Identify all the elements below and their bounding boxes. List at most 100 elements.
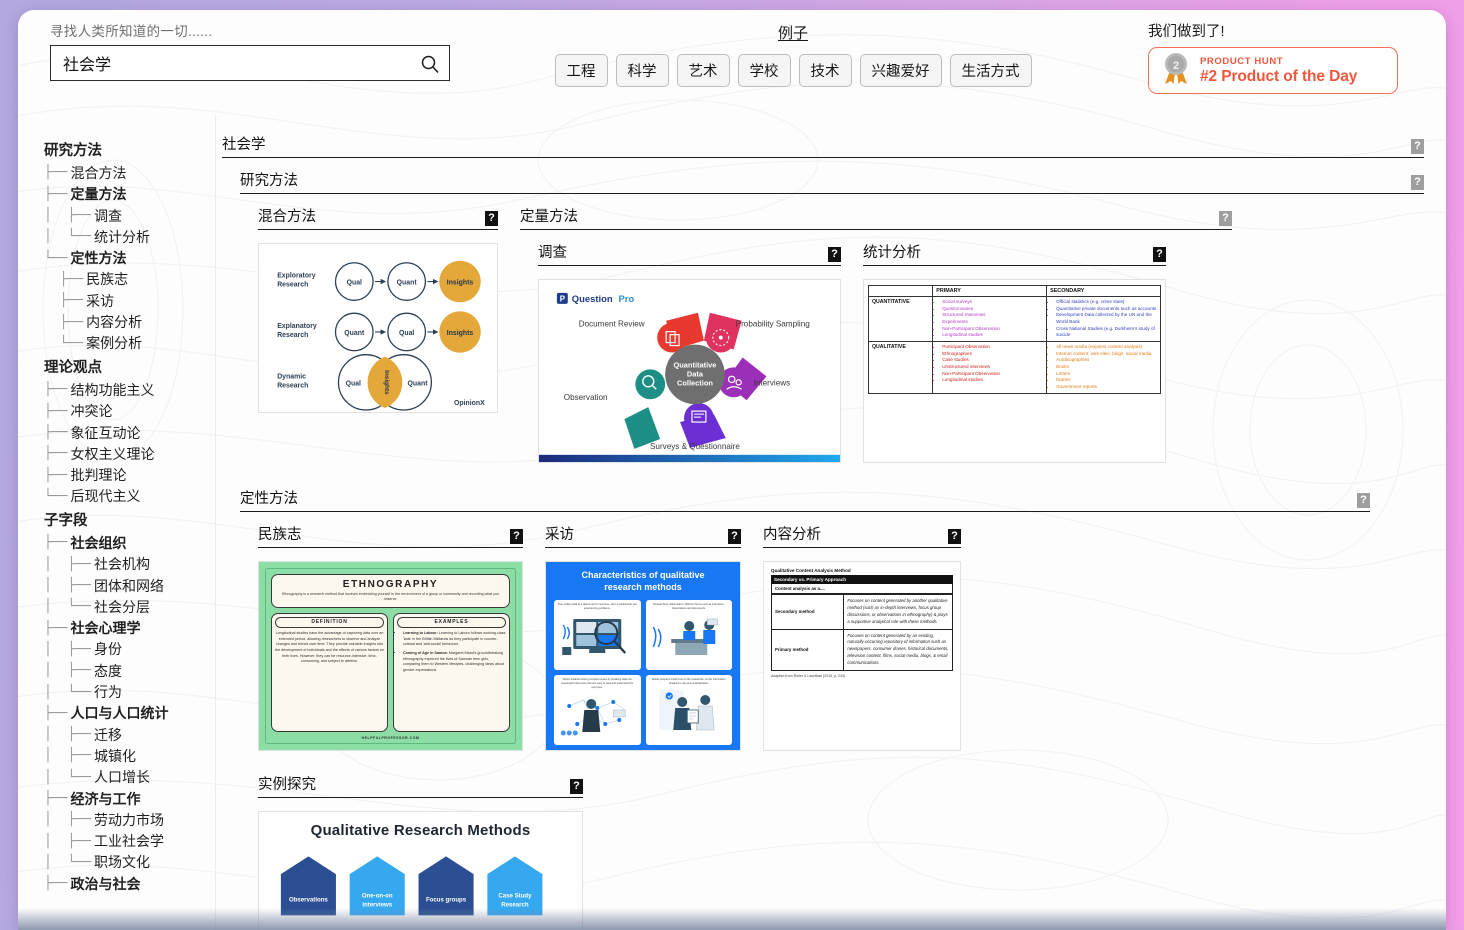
card-title[interactable]: 调查 <box>538 241 567 262</box>
sidebar-tree[interactable]: 研究方法 ├──混合方法 ├──定量方法 │ ├──调查 │ └──统计分析 └… <box>18 115 216 930</box>
sidebar-item-label[interactable]: 职场文化 <box>94 855 150 869</box>
section-title[interactable]: 研究方法 <box>240 169 298 190</box>
example-chip-hobbies[interactable]: 兴趣爱好 <box>860 54 942 87</box>
sidebar-item-label[interactable]: 调查 <box>94 209 122 223</box>
figure-questionpro-wheel[interactable]: P Question Pro <box>538 279 841 463</box>
sidebar-item-population-growth[interactable]: │ └──人口增长 <box>44 767 215 788</box>
card-survey-header[interactable]: 调查 ? <box>538 241 841 266</box>
section-title[interactable]: 定量方法 <box>520 205 578 226</box>
figure-content-analysis-table[interactable]: Qualitative Content Analysis Method Seco… <box>763 561 961 751</box>
figure-case-study-methods[interactable]: Qualitative Research Methods Observation… <box>258 811 583 930</box>
sidebar-item-postmodernism[interactable]: └──后现代主义 <box>44 486 215 507</box>
sidebar-group-label[interactable]: 子字段 <box>44 514 88 529</box>
sidebar-item-statistical-analysis[interactable]: │ └──统计分析 <box>44 226 215 247</box>
sidebar-item-case-analysis[interactable]: └──案例分析 <box>44 333 215 354</box>
sidebar-item-migration[interactable]: │ ├──迁移 <box>44 724 215 745</box>
sidebar-item-mixed-methods[interactable]: ├──混合方法 <box>44 162 215 183</box>
sidebar-item-label[interactable]: 行为 <box>94 685 122 699</box>
sidebar-item-label[interactable]: 社会机构 <box>94 557 150 571</box>
card-content-analysis-header[interactable]: 内容分析 ? <box>763 523 961 548</box>
sidebar-item-politics-and-society[interactable]: ├──政治与社会 <box>44 873 215 894</box>
sidebar-item-label[interactable]: 社会分层 <box>94 600 150 614</box>
sidebar-item-label[interactable]: 结构功能主义 <box>70 383 154 397</box>
sidebar-item-attitude[interactable]: │ ├──态度 <box>44 660 215 681</box>
figure-ethnography[interactable]: ETHNOGRAPHY Ethnography is a research me… <box>258 561 523 751</box>
card-ethnography-header[interactable]: 民族志 ? <box>258 523 523 548</box>
card-title[interactable]: 混合方法 <box>258 205 316 226</box>
sidebar-item-label[interactable]: 社会心理学 <box>70 621 140 635</box>
card-mixed-methods-header[interactable]: 混合方法 ? <box>258 205 498 230</box>
card-title[interactable]: 内容分析 <box>763 523 821 544</box>
search-icon[interactable] <box>420 54 440 79</box>
card-title[interactable]: 民族志 <box>258 523 302 544</box>
sidebar-item-label[interactable]: 政治与社会 <box>70 877 140 891</box>
sidebar-item-label[interactable]: 女权主义理论 <box>70 447 154 461</box>
example-chip-art[interactable]: 艺术 <box>677 54 730 87</box>
figure-mixed-methods[interactable]: Exploratory Research Qual Quant <box>258 243 498 413</box>
product-hunt-badge[interactable]: 2 PRODUCT HUNT #2 Product of the Day <box>1148 47 1398 94</box>
section-title[interactable]: 定性方法 <box>240 487 298 508</box>
section-sociology-header[interactable]: 社会学 ? <box>222 133 1424 158</box>
sidebar-item-label[interactable]: 混合方法 <box>70 166 126 180</box>
sidebar-group-label[interactable]: 理论观点 <box>44 361 102 376</box>
section-quantitative-methods-header[interactable]: 定量方法 ? <box>520 205 1232 230</box>
sidebar-item-label[interactable]: 案例分析 <box>86 336 142 350</box>
sidebar-item-label[interactable]: 人口增长 <box>94 770 150 784</box>
sidebar-group-label[interactable]: 研究方法 <box>44 144 102 159</box>
sidebar-item-label[interactable]: 后现代主义 <box>70 489 140 503</box>
example-chip-lifestyle[interactable]: 生活方式 <box>950 54 1032 87</box>
sidebar-group-subfields[interactable]: 子字段 <box>44 511 215 532</box>
sidebar-item-label[interactable]: 批判理论 <box>70 468 126 482</box>
search-box[interactable] <box>50 45 450 81</box>
sidebar-item-industrial-sociology[interactable]: │ ├──工业社会学 <box>44 831 215 852</box>
card-case-study-header[interactable]: 实例探究 ? <box>258 773 583 798</box>
figure-primary-secondary-table[interactable]: PRIMARY SECONDARY QUANTITATIVE <box>863 279 1166 463</box>
card-title[interactable]: 实例探究 <box>258 773 316 794</box>
sidebar-item-social-stratification[interactable]: │ └──社会分层 <box>44 596 215 617</box>
card-title[interactable]: 采访 <box>545 523 574 544</box>
figure-qualitative-characteristics[interactable]: Characteristics of qualitative research … <box>545 561 741 751</box>
sidebar-item-workplace-culture[interactable]: │ └──职场文化 <box>44 852 215 873</box>
sidebar-item-feminist-theory[interactable]: ├──女权主义理论 <box>44 443 215 464</box>
sidebar-item-label[interactable]: 冲突论 <box>70 404 112 418</box>
sidebar-item-label[interactable]: 城镇化 <box>94 749 136 763</box>
search-input[interactable] <box>51 46 449 80</box>
sidebar-item-label[interactable]: 内容分析 <box>86 315 142 329</box>
sidebar-item-label[interactable]: 象征互动论 <box>70 426 140 440</box>
sidebar-item-behavior[interactable]: │ └──行为 <box>44 681 215 702</box>
sidebar-item-conflict-theory[interactable]: ├──冲突论 <box>44 401 215 422</box>
sidebar-group-research-methods[interactable]: 研究方法 <box>44 141 215 162</box>
sidebar-item-label[interactable]: 迁移 <box>94 728 122 742</box>
sidebar-item-label[interactable]: 经济与工作 <box>70 792 140 806</box>
sidebar-item-label[interactable]: 劳动力市场 <box>94 813 164 827</box>
example-chip-technology[interactable]: 技术 <box>799 54 852 87</box>
sidebar-item-label[interactable]: 人口与人口统计 <box>70 706 168 720</box>
section-qualitative-methods-header[interactable]: 定性方法 ? <box>240 487 1370 512</box>
example-chip-school[interactable]: 学校 <box>738 54 791 87</box>
sidebar-item-survey[interactable]: │ ├──调查 <box>44 205 215 226</box>
sidebar-item-urbanization[interactable]: │ ├──城镇化 <box>44 745 215 766</box>
sidebar-item-social-psychology[interactable]: ├──社会心理学 <box>44 618 215 639</box>
example-chip-engineering[interactable]: 工程 <box>555 54 608 87</box>
example-chip-science[interactable]: 科学 <box>616 54 669 87</box>
sidebar-item-groups-and-networks[interactable]: │ ├──团体和网络 <box>44 575 215 596</box>
sidebar-item-label[interactable]: 团体和网络 <box>94 579 164 593</box>
sidebar-item-structural-functionalism[interactable]: ├──结构功能主义 <box>44 379 215 400</box>
sidebar-item-label[interactable]: 态度 <box>94 664 122 678</box>
sidebar-group-theoretical-perspectives[interactable]: 理论观点 <box>44 358 215 379</box>
sidebar-item-label[interactable]: 身份 <box>94 642 122 656</box>
card-interview-header[interactable]: 采访 ? <box>545 523 741 548</box>
section-research-methods-header[interactable]: 研究方法 ? <box>240 169 1424 194</box>
sidebar-item-ethnography[interactable]: ├──民族志 <box>44 269 215 290</box>
sidebar-item-label[interactable]: 采访 <box>86 294 114 308</box>
sidebar-item-labor-market[interactable]: │ ├──劳动力市场 <box>44 809 215 830</box>
sidebar-item-economy-and-work[interactable]: ├──经济与工作 <box>44 788 215 809</box>
sidebar-item-label[interactable]: 工业社会学 <box>94 834 164 848</box>
sidebar-item-qualitative-methods[interactable]: └──定性方法 <box>44 247 215 268</box>
sidebar-item-interview[interactable]: ├──采访 <box>44 290 215 311</box>
card-statistical-analysis-header[interactable]: 统计分析 ? <box>863 241 1166 266</box>
sidebar-item-label[interactable]: 民族志 <box>86 272 128 286</box>
sidebar-item-label[interactable]: 统计分析 <box>94 230 150 244</box>
sidebar-item-content-analysis[interactable]: ├──内容分析 <box>44 311 215 332</box>
sidebar-item-critical-theory[interactable]: ├──批判理论 <box>44 464 215 485</box>
